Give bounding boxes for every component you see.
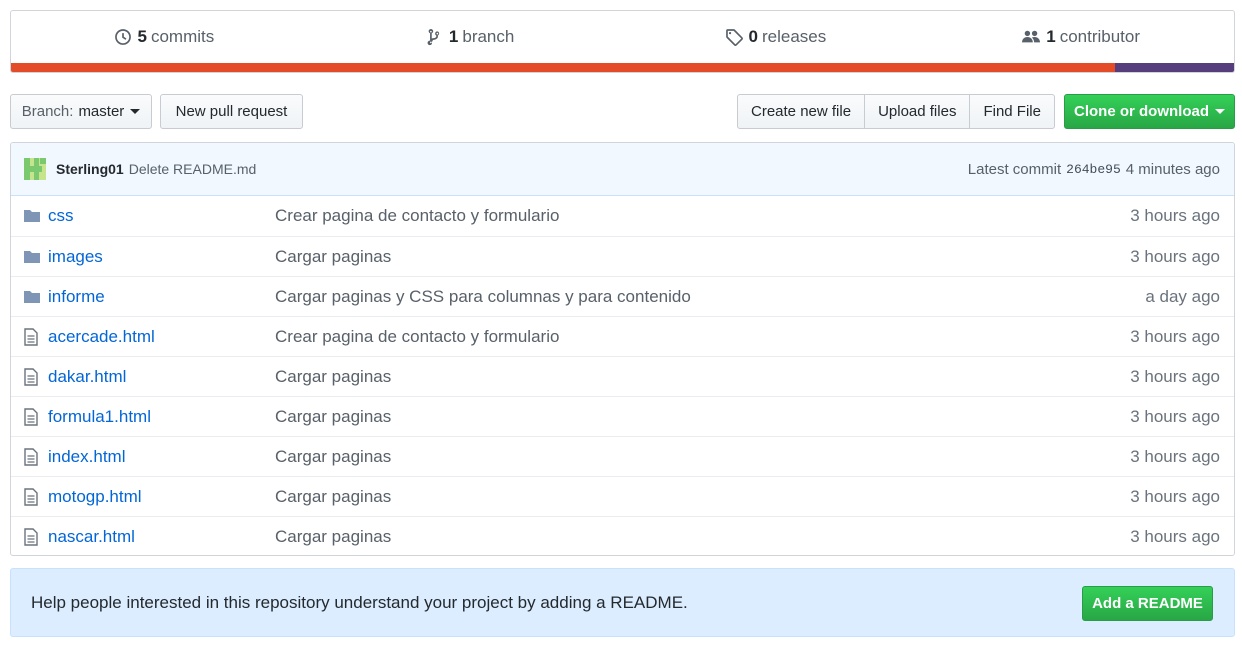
new-pull-request-label: New pull request bbox=[175, 103, 288, 120]
table-row: formula1.html Cargar paginas 3 hours ago bbox=[11, 396, 1234, 436]
file-age: 3 hours ago bbox=[1130, 246, 1220, 266]
file-commit-message[interactable]: Cargar paginas y CSS para columnas y par… bbox=[275, 287, 691, 307]
table-row: index.html Cargar paginas 3 hours ago bbox=[11, 436, 1234, 476]
file-icon bbox=[23, 328, 41, 346]
branch-select-button[interactable]: Branch: master bbox=[10, 94, 152, 129]
file-commit-message[interactable]: Cargar paginas bbox=[275, 487, 391, 507]
table-row: css Crear pagina de contacto y formulario… bbox=[11, 196, 1234, 236]
language-bar[interactable] bbox=[11, 63, 1234, 72]
file-commit-message[interactable]: Crear pagina de contacto y formulario bbox=[275, 206, 559, 226]
clone-download-button[interactable]: Clone or download bbox=[1064, 94, 1235, 129]
folder-icon bbox=[23, 207, 41, 225]
table-row: images Cargar paginas 3 hours ago bbox=[11, 236, 1234, 276]
file-icon bbox=[23, 368, 41, 386]
file-icon bbox=[23, 408, 41, 426]
folder-icon bbox=[23, 248, 41, 266]
new-pull-request-button[interactable]: New pull request bbox=[160, 94, 303, 129]
releases-count: 0 bbox=[748, 27, 758, 46]
branches-link[interactable]: 1 branch bbox=[317, 11, 623, 63]
repo-summary: 5 commits 1 branch 0 releases 1 contributor bbox=[10, 10, 1235, 73]
branch-name: master bbox=[78, 103, 125, 120]
contributors-count: 1 bbox=[1046, 27, 1056, 46]
history-icon bbox=[114, 29, 131, 45]
file-age: 3 hours ago bbox=[1130, 446, 1220, 466]
table-row: dakar.html Cargar paginas 3 hours ago bbox=[11, 356, 1234, 396]
file-icon bbox=[23, 448, 41, 466]
commit-sha[interactable]: 264be95 bbox=[1066, 162, 1121, 177]
commit-message[interactable]: Delete README.md bbox=[129, 161, 257, 177]
file-age: 3 hours ago bbox=[1130, 406, 1220, 426]
file-age: 3 hours ago bbox=[1130, 326, 1220, 346]
file-commit-message[interactable]: Cargar paginas bbox=[275, 247, 391, 267]
table-row: motogp.html Cargar paginas 3 hours ago bbox=[11, 476, 1234, 516]
commits-link[interactable]: 5 commits bbox=[11, 11, 317, 63]
file-icon bbox=[23, 528, 41, 546]
releases-label: releases bbox=[761, 27, 827, 46]
file-name-link[interactable]: motogp.html bbox=[48, 487, 142, 507]
file-age: 3 hours ago bbox=[1130, 526, 1220, 546]
table-row: informe Cargar paginas y CSS para columna… bbox=[11, 276, 1234, 316]
avatar[interactable] bbox=[24, 158, 46, 180]
file-commit-message[interactable]: Cargar paginas bbox=[275, 527, 391, 547]
file-commit-message[interactable]: Crear pagina de contacto y formulario bbox=[275, 327, 559, 347]
table-row: acercade.html Crear pagina de contacto y … bbox=[11, 316, 1234, 356]
branch-icon bbox=[427, 28, 440, 46]
readme-prompt-text: Help people interested in this repositor… bbox=[31, 592, 688, 612]
commits-label: commits bbox=[150, 27, 215, 46]
file-table: Sterling01 Delete README.md Latest commi… bbox=[10, 142, 1235, 556]
file-age: 3 hours ago bbox=[1130, 486, 1220, 506]
caret-down-icon bbox=[1215, 109, 1225, 114]
folder-icon bbox=[23, 288, 41, 306]
file-name-link[interactable]: nascar.html bbox=[48, 527, 135, 547]
file-actions-group: Create new file Upload files Find File bbox=[737, 94, 1055, 129]
language-segment[interactable] bbox=[11, 63, 1116, 72]
file-name-link[interactable]: dakar.html bbox=[48, 367, 126, 387]
file-name-link[interactable]: formula1.html bbox=[48, 407, 151, 427]
people-icon bbox=[1022, 30, 1041, 43]
file-name-link[interactable]: index.html bbox=[48, 447, 125, 467]
file-commit-message[interactable]: Cargar paginas bbox=[275, 447, 391, 467]
releases-link[interactable]: 0 releases bbox=[623, 11, 929, 63]
commit-tease: Sterling01 Delete README.md Latest commi… bbox=[11, 143, 1234, 196]
tag-icon bbox=[725, 29, 743, 46]
commit-age: 4 minutes ago bbox=[1125, 161, 1220, 178]
file-navigation: Branch: master New pull request Create n… bbox=[10, 94, 1235, 129]
latest-commit-label: Latest commit bbox=[967, 161, 1062, 178]
commit-author[interactable]: Sterling01 bbox=[56, 161, 124, 177]
file-icon bbox=[23, 488, 41, 506]
file-name-link[interactable]: acercade.html bbox=[48, 327, 155, 347]
language-segment[interactable] bbox=[1115, 63, 1234, 72]
contributors-link[interactable]: 1 contributor bbox=[928, 11, 1234, 63]
find-file-button[interactable]: Find File bbox=[969, 94, 1055, 129]
branch-prefix: Branch: bbox=[21, 103, 74, 120]
readme-prompt: Help people interested in this repositor… bbox=[10, 568, 1235, 637]
file-commit-message[interactable]: Cargar paginas bbox=[275, 367, 391, 387]
add-readme-button[interactable]: Add a README bbox=[1082, 586, 1213, 621]
file-list: css Crear pagina de contacto y formulario… bbox=[11, 196, 1234, 555]
file-name-link[interactable]: css bbox=[48, 206, 74, 226]
file-commit-message[interactable]: Cargar paginas bbox=[275, 407, 391, 427]
clone-download-label: Clone or download bbox=[1074, 103, 1209, 120]
commit-meta: Latest commit 264be95 4 minutes ago bbox=[968, 143, 1220, 196]
caret-down-icon bbox=[130, 109, 141, 114]
upload-files-button[interactable]: Upload files bbox=[864, 94, 971, 129]
file-age: a day ago bbox=[1145, 286, 1220, 306]
file-name-link[interactable]: informe bbox=[48, 287, 105, 307]
create-new-file-button[interactable]: Create new file bbox=[737, 94, 866, 129]
contributors-label: contributor bbox=[1059, 27, 1141, 46]
file-age: 3 hours ago bbox=[1130, 206, 1220, 225]
branches-label: branch bbox=[462, 27, 515, 46]
file-age: 3 hours ago bbox=[1130, 366, 1220, 386]
table-row: nascar.html Cargar paginas 3 hours ago bbox=[11, 516, 1234, 555]
branches-count: 1 bbox=[448, 27, 459, 46]
commits-count: 5 bbox=[137, 27, 147, 46]
file-name-link[interactable]: images bbox=[48, 247, 103, 267]
